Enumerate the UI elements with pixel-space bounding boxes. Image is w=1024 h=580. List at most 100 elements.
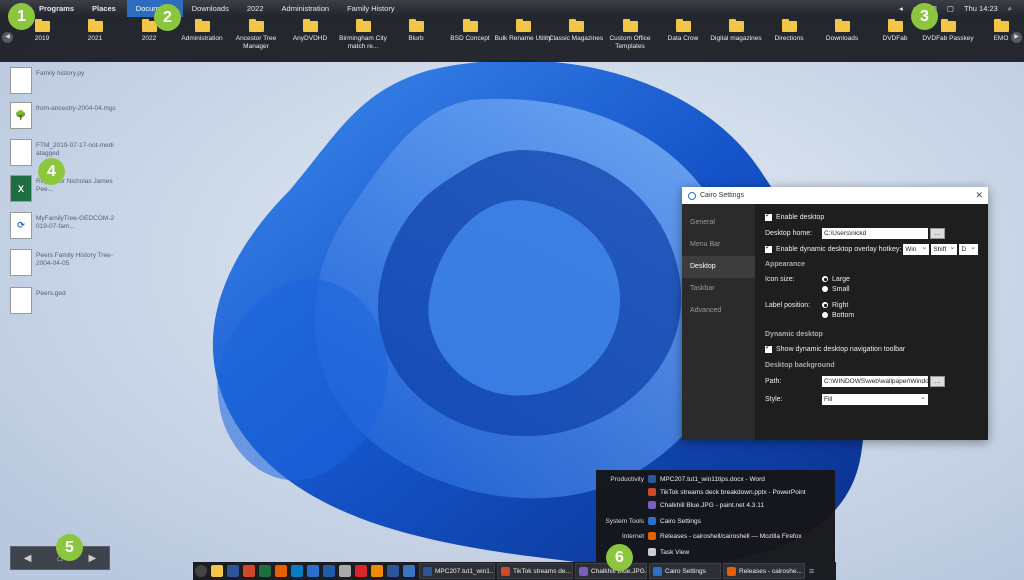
- close-icon[interactable]: ✕: [975, 190, 983, 201]
- toolbar-folder[interactable]: Blurb: [386, 19, 446, 43]
- pinned-app-icon[interactable]: [275, 565, 287, 577]
- clock[interactable]: Thu 14:23: [964, 4, 998, 13]
- toolbar-folder[interactable]: Administration: [172, 19, 232, 43]
- toolbar-folder[interactable]: Data Crow: [653, 19, 713, 43]
- program-menu-item[interactable]: Productivity MPC207.tut1_win11tips.docx -…: [596, 473, 835, 485]
- pinned-app-icon[interactable]: [323, 565, 335, 577]
- desktop-home-browse-button[interactable]: ...: [930, 227, 945, 239]
- program-category-label: Internet: [621, 532, 644, 540]
- nav-desktop[interactable]: Desktop: [682, 256, 755, 278]
- pinned-app-icon[interactable]: [355, 565, 367, 577]
- toolbar-folder[interactable]: EMO: [971, 19, 1024, 43]
- tray-expand-icon[interactable]: ◂: [899, 4, 903, 13]
- nav-general[interactable]: General: [682, 212, 755, 234]
- file-icon: [10, 67, 32, 94]
- menu-2022[interactable]: 2022: [238, 0, 273, 17]
- pinned-app-icon[interactable]: [339, 565, 351, 577]
- program-menu-item[interactable]: TikTok streams deck breakdown.pptx - Pow…: [596, 486, 835, 498]
- show-toolbar-checkbox[interactable]: [765, 343, 772, 353]
- label-right-radio[interactable]: [822, 302, 828, 308]
- taskbar-window-label: Releases - cairoshe...: [739, 567, 802, 575]
- toolbar-folder[interactable]: BSD Concept: [440, 19, 500, 43]
- toolbar-folder-label: AnyDVDHD: [292, 35, 328, 42]
- appearance-heading: Appearance: [765, 261, 806, 268]
- pinned-app-icon[interactable]: [259, 565, 271, 577]
- forward-icon[interactable]: ▶: [89, 553, 97, 564]
- hotkey-modifier2-select[interactable]: Shift: [931, 242, 958, 255]
- toolbar-folder[interactable]: Birmingham City match re...: [333, 19, 393, 51]
- toolbar-folder[interactable]: Downloads: [812, 19, 872, 43]
- menu-programs[interactable]: Programs: [30, 0, 83, 17]
- menu-places[interactable]: Places: [83, 0, 125, 17]
- file-icon: X: [10, 175, 32, 202]
- menu-family-history[interactable]: Family History: [338, 0, 404, 17]
- pinned-app-icon[interactable]: [195, 565, 207, 577]
- hotkey-modifier1-select[interactable]: Win: [903, 242, 930, 255]
- file-icon: ⟳: [10, 212, 32, 239]
- step-number-badge: 3: [911, 3, 938, 30]
- desktop-icon[interactable]: Peers.ged: [10, 287, 120, 314]
- taskbar-window-button[interactable]: TikTok streams de...: [497, 563, 573, 579]
- nav-advanced[interactable]: Advanced: [682, 300, 755, 322]
- pinned-app-icon[interactable]: [403, 565, 415, 577]
- pinned-app-icon[interactable]: [211, 565, 223, 577]
- taskbar-window-button[interactable]: Releases - cairoshe...: [723, 563, 805, 579]
- notification-icon[interactable]: ▢: [947, 4, 954, 13]
- pinned-app-icon[interactable]: [371, 565, 383, 577]
- program-menu-item[interactable]: Internet Releases - cairoshell/cairoshell…: [596, 530, 835, 542]
- pinned-app-icon[interactable]: [387, 565, 399, 577]
- desktop-icon-label: from-ancestry-2004-04.mgc: [36, 105, 116, 112]
- desktop-icon[interactable]: ⟳ MyFamilyTree-GEDCOM-2019-07-fam...: [10, 212, 120, 239]
- cairo-settings-window: Cairo Settings ✕ General Menu Bar Deskto…: [682, 187, 988, 440]
- path-browse-button[interactable]: ...: [930, 375, 945, 387]
- desktop-icon[interactable]: X Report for Nicholas James Pee...: [10, 175, 120, 202]
- nav-taskbar[interactable]: Taskbar: [682, 278, 755, 300]
- folder-icon: [993, 19, 1009, 32]
- taskbar-list-icon[interactable]: ≡: [809, 566, 814, 576]
- desktop-icon[interactable]: 🌳 from-ancestry-2004-04.mgc: [10, 102, 120, 129]
- label-bottom-radio[interactable]: [822, 312, 828, 318]
- enable-desktop-checkbox[interactable]: [765, 211, 772, 221]
- folder-icon: [622, 19, 638, 32]
- hotkey-checkbox[interactable]: [765, 243, 772, 253]
- toolbar-folder[interactable]: 2021: [65, 19, 125, 43]
- pinned-app-icon[interactable]: [291, 565, 303, 577]
- desktop-home-input[interactable]: C:\Users\nickd: [822, 227, 928, 239]
- settings-nav: General Menu Bar Desktop Taskbar Advance…: [682, 204, 755, 440]
- file-icon: [10, 249, 32, 276]
- toolbar-folder-label: DVDFab Passkey: [922, 35, 974, 42]
- window-titlebar[interactable]: Cairo Settings ✕: [682, 187, 988, 204]
- taskbar-window-button[interactable]: Cairo Settings: [649, 563, 721, 579]
- toolbar-folder-label: Custom Office Templates: [609, 35, 651, 50]
- search-icon[interactable]: ⌕: [1008, 4, 1012, 14]
- toolbar-folder[interactable]: Ancestor Tree Manager: [226, 19, 286, 51]
- taskbar-window-button[interactable]: MPC207.tut1_win1...: [419, 563, 495, 579]
- icon-size-small-radio[interactable]: [822, 286, 828, 292]
- toolbar-folder-label: BSD Concept: [450, 35, 490, 42]
- hotkey-key-select[interactable]: D: [959, 242, 978, 255]
- toolbar-folder[interactable]: AnyDVDHD: [280, 19, 340, 43]
- desktop-icon[interactable]: Family history.py: [10, 67, 120, 94]
- desktop-icon[interactable]: Peers Family History Tree-2004-04-05: [10, 249, 120, 276]
- pinned-app-icon[interactable]: [307, 565, 319, 577]
- pinned-app-icon[interactable]: [243, 565, 255, 577]
- style-select[interactable]: Fill: [822, 392, 928, 405]
- pinned-app-icon[interactable]: [227, 565, 239, 577]
- program-menu-item[interactable]: Chalkhill Blue.JPG - paint.net 4.3.11: [596, 499, 835, 511]
- nav-menu-bar[interactable]: Menu Bar: [682, 234, 755, 256]
- toolbar-folder-label: Digital magazines: [710, 35, 762, 42]
- toolbar-folder[interactable]: Directions: [759, 19, 819, 43]
- toolbar-folder[interactable]: Classic Magazines: [546, 19, 606, 43]
- program-item-label: Chalkhill Blue.JPG - paint.net 4.3.11: [660, 501, 764, 509]
- back-icon[interactable]: ◀: [24, 553, 32, 564]
- toolbar-folder[interactable]: Bulk Rename Utility: [493, 19, 553, 43]
- path-input[interactable]: C:\WINDOWS\web\wallpaper\Windo: [822, 375, 928, 387]
- program-menu-item[interactable]: System Tools Cairo Settings: [596, 515, 835, 527]
- taskbar: MPC207.tut1_win1... TikTok streams de... C…: [193, 562, 836, 580]
- desktop-icon[interactable]: ▦ FTM_2019-07-17-not-mediatagged: [10, 139, 120, 166]
- toolbar-folder[interactable]: Custom Office Templates: [600, 19, 660, 51]
- menu-downloads[interactable]: Downloads: [183, 0, 238, 17]
- toolbar-folder[interactable]: Digital magazines: [706, 19, 766, 43]
- menu-administration[interactable]: Administration: [273, 0, 339, 17]
- icon-size-large-radio[interactable]: [822, 276, 828, 282]
